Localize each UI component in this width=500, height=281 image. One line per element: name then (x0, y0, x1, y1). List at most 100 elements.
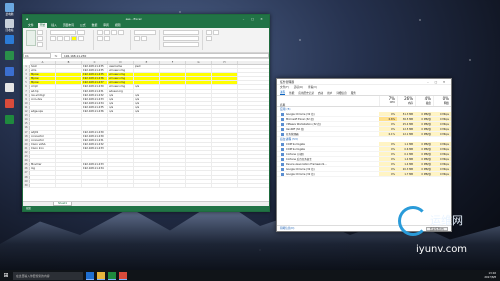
desktop-icon[interactable] (3, 115, 16, 124)
fewer-details-link[interactable]: 简略信息(D) (280, 227, 294, 230)
cell[interactable] (134, 171, 160, 175)
cell[interactable] (212, 93, 238, 97)
windows-start-icon[interactable]: ⊞ (2, 272, 10, 280)
cell[interactable] (108, 159, 134, 163)
cell[interactable] (212, 69, 238, 73)
cell[interactable] (30, 114, 56, 118)
cell[interactable] (212, 89, 238, 93)
desktop-icon[interactable] (3, 35, 16, 44)
cell[interactable]: log (30, 167, 56, 171)
conditional-format-button[interactable] (163, 30, 199, 35)
row-number[interactable]: 2 (23, 69, 30, 73)
cell[interactable] (30, 183, 56, 187)
paste-button[interactable] (26, 30, 36, 46)
cell[interactable] (212, 122, 238, 126)
cell[interactable] (160, 126, 186, 130)
cell[interactable] (160, 65, 186, 69)
cell[interactable] (212, 114, 238, 118)
cell[interactable]: Mpow (30, 73, 56, 77)
cell[interactable] (82, 159, 108, 163)
column-header[interactable]: A (30, 61, 56, 64)
excel-taskbar-icon[interactable] (108, 271, 116, 280)
cell[interactable] (30, 171, 56, 175)
taskbar-search[interactable]: 在这里输入你要搜索的内容 (13, 271, 83, 280)
cell[interactable]: 192.168.11.233 (82, 163, 108, 167)
cell[interactable] (56, 130, 82, 134)
cell[interactable] (82, 171, 108, 175)
cell[interactable]: 192.168.11.232 (82, 93, 108, 97)
cell[interactable] (212, 105, 238, 110)
row-number[interactable]: 19 (23, 138, 30, 142)
cell[interactable] (186, 81, 212, 85)
cell[interactable] (108, 126, 134, 130)
cell[interactable]: 192.168.11.230 (82, 134, 108, 138)
format-painter-button[interactable] (37, 42, 43, 47)
cell[interactable]: Cisco Iron (30, 146, 56, 150)
cell[interactable] (134, 130, 160, 134)
cell[interactable]: n/a (108, 105, 134, 110)
font-size-select[interactable] (77, 30, 85, 35)
cell[interactable] (82, 179, 108, 183)
cell[interactable] (160, 81, 186, 85)
tm-tab[interactable]: 启动 (318, 91, 323, 95)
cell[interactable] (212, 155, 238, 159)
cell[interactable] (160, 142, 186, 146)
maximize-icon[interactable]: □ (248, 17, 257, 21)
cell[interactable] (134, 134, 160, 138)
cell[interactable] (186, 183, 212, 187)
cell[interactable]: n/a (134, 110, 160, 114)
row-number[interactable]: 8 (23, 93, 30, 97)
cell[interactable] (30, 122, 56, 126)
ribbon-tab[interactable]: 文件 (26, 23, 36, 28)
column-header[interactable]: C (82, 61, 108, 64)
cell[interactable] (56, 167, 82, 171)
cell[interactable] (56, 150, 82, 155)
menu-item[interactable]: 查看(V) (308, 85, 317, 90)
desktop-icon[interactable]: 回收站 (3, 19, 16, 32)
cell[interactable]: n/a (134, 85, 160, 89)
cell[interactable] (82, 155, 108, 159)
cell[interactable]: edge-vps (30, 110, 56, 114)
cell[interactable] (212, 179, 238, 183)
cell[interactable] (186, 155, 212, 159)
cell[interactable]: 192.168.11.236 (82, 77, 108, 81)
cell[interactable] (186, 126, 212, 130)
cell[interactable] (212, 142, 238, 146)
cell[interactable]: 192.168.11.237 (82, 81, 108, 85)
cell[interactable] (160, 110, 186, 114)
metric-header[interactable]: 4% 磁盘 (415, 96, 433, 106)
cell[interactable] (160, 118, 186, 122)
cell[interactable] (134, 126, 160, 130)
cell[interactable] (212, 183, 238, 187)
cell[interactable] (186, 85, 212, 89)
cell[interactable] (160, 97, 186, 101)
cell[interactable] (160, 138, 186, 142)
cell[interactable] (82, 175, 108, 179)
row-number[interactable]: 30 (23, 183, 30, 187)
cell[interactable]: 192.168.11.234 (82, 167, 108, 171)
cell[interactable] (186, 105, 212, 110)
tm-tab[interactable]: 进程 (280, 90, 286, 95)
cell[interactable] (160, 175, 186, 179)
cell[interactable] (56, 179, 82, 183)
cell[interactable] (108, 150, 134, 155)
cell[interactable] (160, 93, 186, 97)
cell[interactable] (56, 105, 82, 110)
cell[interactable] (160, 101, 186, 105)
cell[interactable] (186, 65, 212, 69)
cell[interactable]: 192.168.11.233 (82, 146, 108, 150)
fx-icon[interactable]: fx (51, 54, 61, 58)
cell[interactable]: 192.168.11.230 (82, 85, 108, 89)
cell[interactable] (134, 69, 160, 73)
cell[interactable] (186, 163, 212, 167)
cell[interactable]: n/a (108, 110, 134, 114)
cell[interactable] (160, 105, 186, 110)
cell[interactable] (212, 65, 238, 69)
cell[interactable]: 192.168.11.233 (82, 97, 108, 101)
row-number[interactable]: 21 (23, 146, 30, 150)
row-number[interactable]: 25 (23, 163, 30, 167)
cell[interactable] (186, 134, 212, 138)
cell[interactable] (56, 183, 82, 187)
name-column-header[interactable]: 名称 (277, 96, 379, 107)
cell[interactable] (212, 134, 238, 138)
